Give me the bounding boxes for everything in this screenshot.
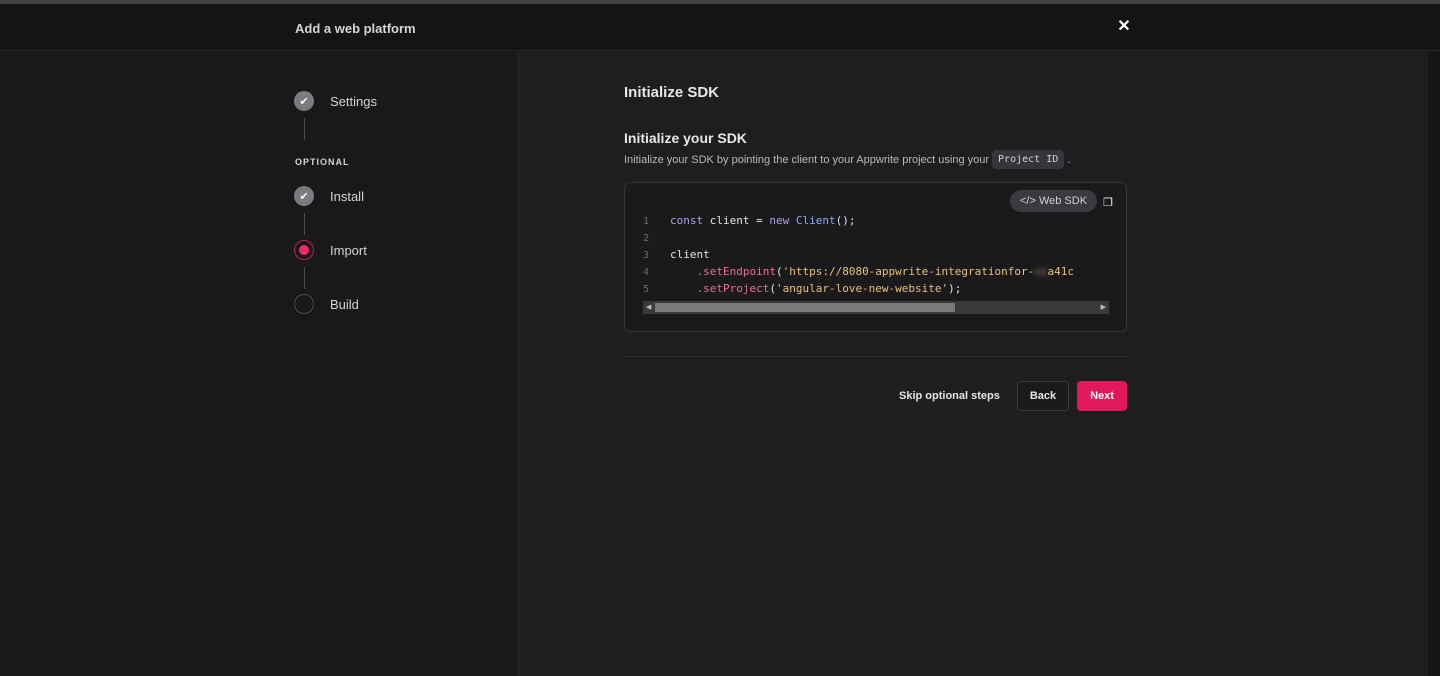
check-icon: ✔ (294, 186, 314, 206)
section-description: Initialize your SDK by pointing the clie… (624, 150, 1070, 169)
code-token: new (769, 214, 790, 227)
step-settings[interactable]: ✔ Settings (294, 91, 377, 111)
code-token: .setProject (670, 282, 770, 295)
description-end: . (1067, 153, 1071, 166)
redacted-text: xx (1034, 265, 1048, 278)
step-connector (304, 213, 305, 235)
close-icon[interactable]: ✕ (1115, 18, 1133, 36)
step-label: Import (330, 242, 367, 258)
section-title: Initialize your SDK (624, 130, 747, 146)
scroll-left-icon[interactable]: ◀ (646, 301, 651, 314)
copy-icon[interactable]: ❐ (1103, 196, 1113, 209)
code-token: 'https://8080-appwrite-integrationfor- (782, 265, 1035, 278)
step-import[interactable]: Import (294, 240, 367, 260)
side-strip (1428, 52, 1440, 676)
project-id-chip: Project ID (992, 150, 1065, 169)
back-button[interactable]: Back (1017, 381, 1069, 411)
modal-title: Add a web platform (295, 21, 416, 36)
code-token: client (670, 248, 710, 261)
step-install[interactable]: ✔ Install (294, 186, 364, 206)
code-token: Client (789, 214, 836, 227)
step-label: Settings (330, 93, 377, 109)
description-text: Initialize your SDK by pointing the clie… (624, 153, 990, 166)
step-build[interactable]: Build (294, 294, 359, 314)
code-token: .setEndpoint (670, 265, 776, 278)
code-token: (); (835, 214, 856, 227)
horizontal-scrollbar[interactable]: ◀ ▶ (643, 301, 1109, 314)
line-number: 3 (643, 250, 650, 261)
scrollbar-thumb[interactable] (655, 303, 955, 312)
web-sdk-badge[interactable]: </> Web SDK (1010, 190, 1098, 212)
scroll-right-icon[interactable]: ▶ (1101, 301, 1106, 314)
step-label: Build (330, 296, 359, 312)
code-token: client = (703, 214, 770, 227)
page-title: Initialize SDK (624, 84, 720, 101)
divider (624, 356, 1127, 357)
line-number: 5 (643, 284, 650, 295)
step-connector (304, 118, 305, 140)
line-number: 2 (643, 233, 650, 244)
line-number: 1 (643, 216, 650, 227)
next-button[interactable]: Next (1077, 381, 1127, 411)
modal-header: Add a web platform ✕ (0, 4, 1440, 51)
code-token: ); (948, 282, 962, 295)
pending-step-icon (294, 294, 314, 314)
step-label: Install (330, 188, 364, 204)
code-token: ( (775, 265, 783, 278)
code-token: ( (769, 282, 776, 295)
steps-sidebar (0, 52, 519, 676)
code-block: </> Web SDK ❐ 1 const client = new Client… (624, 182, 1127, 332)
code-lines: 1 const client = new Client(); 2 3 client 4 .… (643, 213, 1074, 298)
skip-optional-steps-button[interactable]: Skip optional steps (899, 390, 1000, 402)
code-token: const (670, 214, 704, 227)
check-icon: ✔ (294, 91, 314, 111)
code-token: 'angular-love-new-website' (775, 282, 949, 295)
line-number: 4 (643, 267, 650, 278)
step-connector (304, 267, 305, 289)
optional-label: OPTIONAL (295, 157, 350, 167)
current-step-icon (294, 240, 314, 260)
code-token: a41c (1047, 265, 1075, 278)
